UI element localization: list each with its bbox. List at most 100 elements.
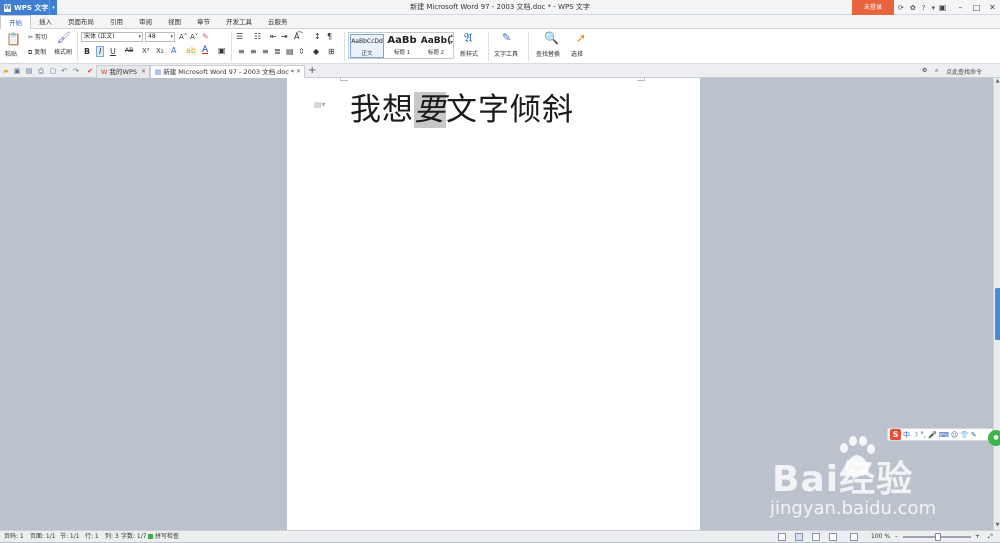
increase-indent-icon[interactable]: ⇥ [281, 32, 288, 41]
brush-icon[interactable]: 🖌 [57, 31, 71, 44]
style-heading-2[interactable]: AaBb( 标题 2 [419, 34, 453, 58]
document-page[interactable]: ▤▾ 我想要文字倾斜 [287, 78, 700, 530]
minimize-button[interactable]: – [954, 0, 967, 15]
bullet-list-icon[interactable]: ☰ [236, 32, 243, 41]
tab-references[interactable]: 引用 [102, 15, 131, 29]
tab-view[interactable]: 视图 [160, 15, 189, 29]
view-outline-icon[interactable] [812, 533, 820, 541]
underline-button[interactable]: U [110, 47, 116, 56]
redo-icon[interactable]: ↷ [72, 66, 80, 76]
styles-scroll-icon[interactable]: ▴ ▾ [450, 32, 453, 46]
help-icon[interactable]: ? [922, 4, 926, 12]
cursor-icon[interactable]: ➚ [576, 31, 586, 45]
select-button[interactable]: 选择 [571, 49, 583, 58]
strikethrough-button[interactable]: AB [125, 47, 133, 54]
style-heading-1[interactable]: AaBb 标题 1 [385, 34, 419, 58]
search-icon[interactable]: ⌕ [935, 67, 938, 75]
status-spell-check[interactable]: 拼写检查 [155, 531, 179, 543]
scroll-up-icon[interactable]: ▲ [994, 78, 1000, 86]
clear-format-icon[interactable]: ✎ [202, 32, 209, 41]
line-spacing-icon[interactable]: ⇳ [298, 47, 305, 56]
scroll-down-icon[interactable]: ▼ [994, 522, 1000, 530]
find-replace-icon[interactable]: 🔍 [544, 31, 559, 45]
keyboard-icon[interactable]: ⌨ [939, 431, 949, 439]
view-full-icon[interactable] [778, 533, 786, 541]
skin-icon[interactable]: ✿ [910, 4, 916, 12]
pin-icon[interactable]: ✔ [86, 66, 94, 76]
view-web-icon[interactable] [829, 533, 837, 541]
tab-page-layout[interactable]: 页面布局 [60, 15, 102, 29]
fit-icon[interactable]: ⤢ [988, 531, 993, 543]
borders-icon[interactable]: ⊞ [328, 47, 335, 56]
side-panel-toggle[interactable] [995, 288, 1000, 340]
new-style-button[interactable]: 新样式 [460, 49, 478, 58]
grow-font-button[interactable]: A˄ [179, 33, 187, 41]
cut-button[interactable]: ✂ 剪切 [28, 32, 47, 41]
bold-button[interactable]: B [84, 47, 90, 56]
tab-developer[interactable]: 开发工具 [218, 15, 260, 29]
shirt-icon[interactable]: 👕 [960, 431, 969, 439]
login-button[interactable]: 未登录 [852, 0, 894, 15]
document-text[interactable]: 我想要文字倾斜 [350, 84, 574, 129]
style-normal[interactable]: AaBbCcDd 正文 [350, 34, 384, 58]
command-search[interactable]: 点此查找命令 [946, 67, 982, 76]
font-color-icon[interactable]: A [202, 45, 208, 55]
copy-button[interactable]: ⧉ 复制 [28, 47, 46, 57]
shrink-font-button[interactable]: A˅ [190, 33, 198, 41]
view-page-icon[interactable] [795, 533, 803, 541]
text-tools-icon[interactable]: ✎ [502, 31, 511, 44]
find-replace-button[interactable]: 查找替换 [536, 49, 560, 58]
distribute-icon[interactable]: ▤ [286, 47, 294, 56]
text-effect-icon[interactable]: A [171, 46, 176, 55]
save-icon[interactable]: ▣ [13, 66, 21, 76]
open-icon[interactable]: ▰ [2, 66, 10, 76]
ime-mode[interactable]: 中 [903, 430, 910, 440]
paragraph-handle-icon[interactable]: ▤▾ [314, 100, 326, 109]
tab-my-wps[interactable]: W 我的WPS ✕ [96, 65, 150, 78]
new-style-icon[interactable]: 𝔄 [464, 31, 473, 46]
zoom-slider-knob[interactable] [935, 533, 941, 541]
zoom-in-button[interactable]: + [975, 531, 980, 543]
export-pdf-icon[interactable]: ▤ [25, 66, 33, 76]
tab-home[interactable]: 开始 [0, 15, 31, 29]
decrease-indent-icon[interactable]: ⇤ [270, 32, 277, 41]
tab-cloud[interactable]: 云服务 [260, 15, 296, 29]
sort-icon[interactable]: ↕ [314, 32, 321, 41]
paste-button[interactable]: 粘贴 [5, 49, 17, 58]
show-marks-icon[interactable]: ¶ [327, 32, 332, 41]
paste-icon[interactable]: 📋 [6, 32, 21, 46]
superscript-button[interactable]: X² [142, 47, 150, 55]
close-button[interactable]: ✕ [986, 0, 999, 15]
font-name-select[interactable]: 宋体 (正文) ▾ [81, 32, 143, 42]
tab-review[interactable]: 审阅 [131, 15, 160, 29]
mic-icon[interactable]: 🎤 [928, 431, 937, 439]
restore-window-icon[interactable]: ▣ [936, 0, 949, 15]
chinese-layout-icon[interactable]: A͡ [294, 32, 299, 41]
numbered-list-icon[interactable]: ☷ [254, 32, 261, 41]
zoom-level[interactable]: 100 % [871, 531, 890, 543]
preview-icon[interactable]: ▢ [49, 66, 57, 76]
italic-button[interactable]: I [96, 46, 105, 57]
align-right-icon[interactable]: ≡ [262, 47, 269, 56]
floating-ball-icon[interactable]: ● [988, 430, 1000, 446]
punct-icon[interactable]: °, [920, 431, 926, 439]
ime-toolbar[interactable]: S 中 ☽ °, 🎤 ⌨ ☺ 👕 ✎ [887, 428, 993, 441]
tools-icon[interactable]: ✎ [971, 431, 977, 439]
text-tools-button[interactable]: 文字工具 [494, 49, 518, 58]
print-icon[interactable]: ⎙ [37, 66, 45, 76]
highlight-color-icon[interactable]: ab [186, 46, 196, 55]
format-painter-button[interactable]: 格式刷 [54, 47, 72, 56]
char-border-icon[interactable]: ▣ [218, 46, 226, 55]
tab-insert[interactable]: 插入 [31, 15, 60, 29]
user-icon[interactable]: ☺ [951, 431, 958, 439]
close-icon[interactable]: ✕ [141, 66, 146, 78]
zoom-out-button[interactable]: – [895, 531, 898, 543]
view-reading-icon[interactable] [850, 533, 858, 541]
moon-icon[interactable]: ☽ [912, 431, 918, 439]
undo-icon[interactable]: ↶ [60, 66, 68, 76]
status-word-count[interactable]: 字数: 1/7 [121, 531, 147, 543]
more-icon[interactable]: ▾ [931, 4, 935, 12]
new-tab-button[interactable]: + [308, 65, 316, 76]
zoom-slider[interactable] [903, 533, 971, 541]
sync-icon[interactable]: ⟳ [898, 4, 904, 12]
